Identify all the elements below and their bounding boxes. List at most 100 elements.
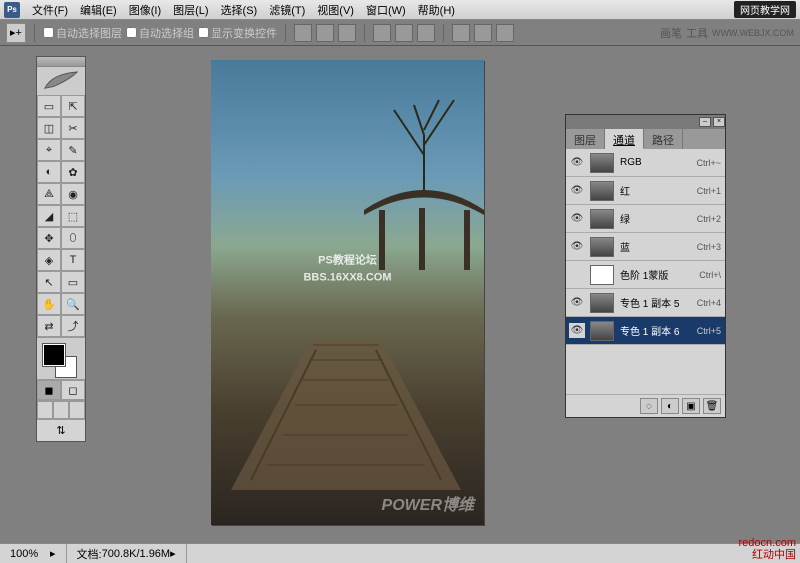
wand-tool[interactable]: ✂: [61, 117, 85, 139]
channel-rgb[interactable]: RGBCtrl+~: [566, 149, 725, 177]
menu-view[interactable]: 视图(V): [311, 0, 360, 20]
tool-label: 工具: [686, 25, 708, 41]
auto-select-group-checkbox[interactable]: 自动选择组: [126, 25, 194, 41]
auto-select-layer-checkbox[interactable]: 自动选择图层: [43, 25, 122, 41]
distribute-icon[interactable]: [417, 24, 435, 42]
eye-icon[interactable]: [570, 184, 584, 198]
load-selection-icon[interactable]: ◌: [640, 398, 658, 414]
move-tool[interactable]: ⇱: [61, 95, 85, 117]
channel-thumb: [590, 265, 614, 285]
tab-channels[interactable]: 通道: [605, 129, 644, 149]
blur-tool[interactable]: ✥: [37, 227, 61, 249]
channel-list: RGBCtrl+~ 红Ctrl+1 绿Ctrl+2 蓝Ctrl+3 色阶 1蒙版…: [566, 149, 725, 345]
eye-icon[interactable]: [570, 156, 584, 170]
doc-size[interactable]: 文档:700.8K/1.96M ▸: [67, 544, 187, 563]
close-icon[interactable]: ×: [713, 117, 725, 127]
eye-icon[interactable]: [570, 324, 584, 338]
tool-grid: ▭ ⇱ ◫ ✂ ⌖ ✎ ◐ ✿ ⟁ ◉ ◢ ⬚ ✥ ⬯ ◈ T ↖ ▭ ✋ 🔍 …: [37, 95, 85, 337]
distribute-icon[interactable]: [496, 24, 514, 42]
panel-tabs: 图层 通道 路径: [566, 129, 725, 149]
hand-tool[interactable]: ⇄: [37, 315, 61, 337]
show-transform-checkbox[interactable]: 显示变换控件: [198, 25, 277, 41]
screen-mode-1[interactable]: [37, 401, 53, 419]
menu-help[interactable]: 帮助(H): [412, 0, 461, 20]
new-channel-icon[interactable]: ▣: [682, 398, 700, 414]
save-selection-icon[interactable]: ◐: [661, 398, 679, 414]
tab-paths[interactable]: 路径: [644, 129, 683, 149]
notes-tool[interactable]: ✋: [37, 293, 61, 315]
current-tool-icon[interactable]: ▸+: [6, 23, 26, 43]
channel-levels-mask[interactable]: 色阶 1蒙版Ctrl+\: [566, 261, 725, 289]
eye-icon[interactable]: [570, 212, 584, 226]
eraser-tool[interactable]: ◢: [37, 205, 61, 227]
eye-icon[interactable]: [570, 296, 584, 310]
channel-thumb: [590, 181, 614, 201]
distribute-icon[interactable]: [373, 24, 391, 42]
watermark-center: PS教程论坛 BBS.16XX8.COM: [303, 253, 391, 286]
jump-to-button[interactable]: ⇅: [37, 419, 85, 441]
toolbox-panel: ▭ ⇱ ◫ ✂ ⌖ ✎ ◐ ✿ ⟁ ◉ ◢ ⬚ ✥ ⬯ ◈ T ↖ ▭ ✋ 🔍 …: [36, 56, 86, 442]
menu-select[interactable]: 选择(S): [215, 0, 264, 20]
toolbox-logo: [37, 67, 85, 95]
shape-tool[interactable]: ▭: [61, 271, 85, 293]
distribute-icon[interactable]: [474, 24, 492, 42]
menu-window[interactable]: 窗口(W): [360, 0, 412, 20]
eyedropper-tool[interactable]: 🔍: [61, 293, 85, 315]
distribute-icon[interactable]: [452, 24, 470, 42]
channel-thumb: [590, 293, 614, 313]
marquee-tool[interactable]: ▭: [37, 95, 61, 117]
color-swatch[interactable]: [37, 337, 85, 379]
menu-image[interactable]: 图像(I): [123, 0, 167, 20]
delete-channel-icon[interactable]: 🗑: [703, 398, 721, 414]
menu-file[interactable]: 文件(F): [26, 0, 74, 20]
distribute-icon[interactable]: [395, 24, 413, 42]
tab-layers[interactable]: 图层: [566, 129, 605, 149]
foreground-color[interactable]: [43, 344, 65, 366]
minimize-icon[interactable]: –: [699, 117, 711, 127]
menu-filter[interactable]: 滤镜(T): [263, 0, 311, 20]
channel-thumb: [590, 321, 614, 341]
channel-green[interactable]: 绿Ctrl+2: [566, 205, 725, 233]
channel-spot-6[interactable]: 专色 1 副本 6Ctrl+5: [566, 317, 725, 345]
document-canvas[interactable]: PS教程论坛 BBS.16XX8.COM POWER博维: [211, 60, 484, 525]
history-brush-tool[interactable]: ◉: [61, 183, 85, 205]
brand-corner: redocn.com 红动中国: [739, 537, 796, 561]
screen-mode-2[interactable]: [53, 401, 69, 419]
align-icon[interactable]: [294, 24, 312, 42]
app-icon: Ps: [4, 2, 20, 18]
zoom-field[interactable]: ▸: [0, 544, 67, 563]
slice-tool[interactable]: ✎: [61, 139, 85, 161]
path-tool[interactable]: ◈: [37, 249, 61, 271]
lasso-tool[interactable]: ◫: [37, 117, 61, 139]
watermark-corner: POWER博维: [382, 491, 474, 515]
align-icon[interactable]: [316, 24, 334, 42]
screen-mode-3[interactable]: [69, 401, 85, 419]
channel-red[interactable]: 红Ctrl+1: [566, 177, 725, 205]
panel-blank: [566, 345, 725, 395]
stamp-tool[interactable]: ⟁: [37, 183, 61, 205]
standard-mode[interactable]: ◼: [37, 380, 61, 400]
healing-tool[interactable]: ◐: [37, 161, 61, 183]
quickmask-mode[interactable]: ◻: [61, 380, 85, 400]
dodge-tool[interactable]: ⬯: [61, 227, 85, 249]
channel-thumb: [590, 209, 614, 229]
channel-blue[interactable]: 蓝Ctrl+3: [566, 233, 725, 261]
menu-layer[interactable]: 图层(L): [167, 0, 214, 20]
status-bar: ▸ 文档:700.8K/1.96M ▸ redocn.com 红动中国: [0, 543, 800, 563]
zoom-tool[interactable]: ⤴: [61, 315, 85, 337]
channel-spot-5[interactable]: 专色 1 副本 5Ctrl+4: [566, 289, 725, 317]
toolbox-grip[interactable]: [37, 57, 85, 67]
options-bar: ▸+ 自动选择图层 自动选择组 显示变换控件 画笔 工具 WWW.WEBJX.C…: [0, 20, 800, 46]
panel-titlebar[interactable]: – ×: [566, 115, 725, 129]
channel-thumb: [590, 237, 614, 257]
eye-icon[interactable]: [570, 240, 584, 254]
type-tool[interactable]: T: [61, 249, 85, 271]
brush-tool[interactable]: ✿: [61, 161, 85, 183]
menu-bar: Ps 文件(F) 编辑(E) 图像(I) 图层(L) 选择(S) 滤镜(T) 视…: [0, 0, 800, 20]
crop-tool[interactable]: ⌖: [37, 139, 61, 161]
menu-edit[interactable]: 编辑(E): [74, 0, 123, 20]
align-icon[interactable]: [338, 24, 356, 42]
gradient-tool[interactable]: ⬚: [61, 205, 85, 227]
site-badge: 网页教学网: [734, 1, 796, 18]
pen-tool[interactable]: ↖: [37, 271, 61, 293]
